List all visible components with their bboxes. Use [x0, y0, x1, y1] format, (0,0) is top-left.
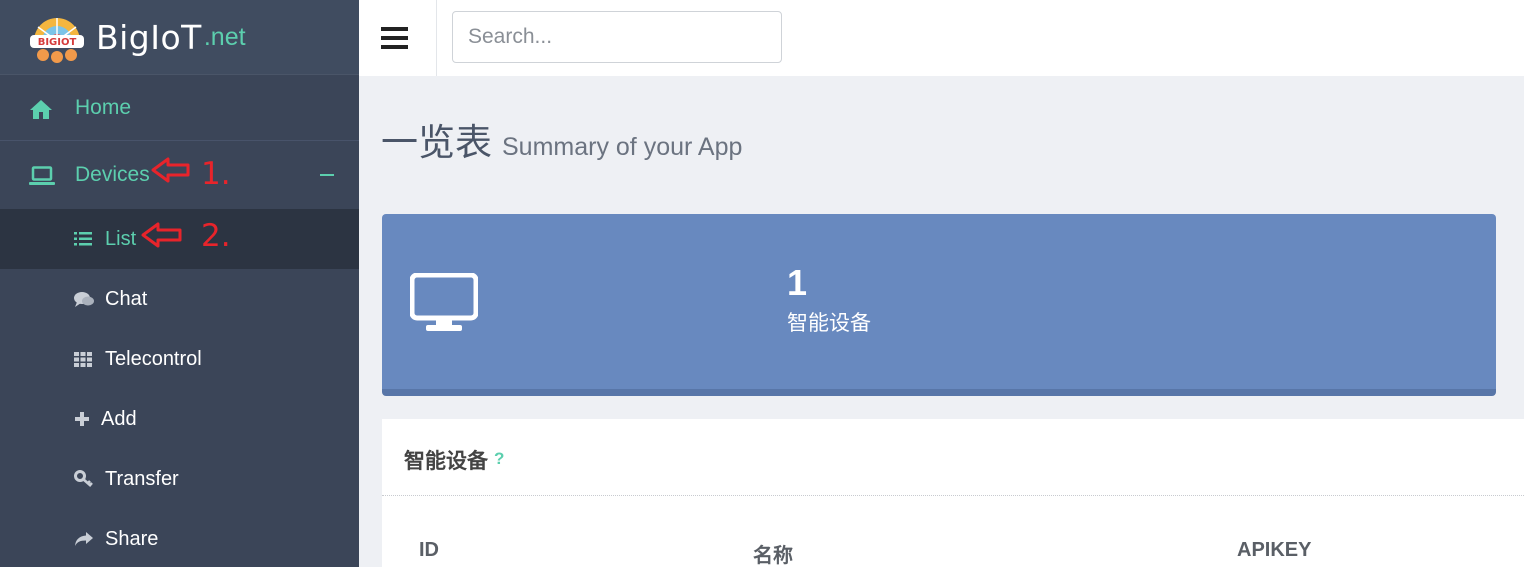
sidebar-subitem-chat[interactable]: Chat [0, 269, 359, 329]
help-icon[interactable]: ? [494, 449, 504, 469]
stat-value: 1 [787, 262, 808, 303]
hamburger-menu-icon[interactable] [381, 27, 408, 49]
sidebar-subitem-label: Add [101, 407, 137, 430]
sidebar-subitem-label: Telecontrol [105, 347, 202, 370]
device-count-card[interactable]: 1 智能设备 [382, 214, 1496, 396]
sidebar-subitem-label: List [105, 227, 137, 250]
monitor-icon [409, 272, 479, 333]
column-header-name[interactable]: 名称 [753, 539, 793, 567]
plus-icon [74, 411, 92, 429]
annotation-number: 2. [201, 218, 231, 254]
grid-icon [74, 351, 92, 369]
collapse-icon[interactable] [320, 174, 334, 176]
chat-bubbles-icon [74, 291, 94, 309]
laptop-icon [29, 166, 55, 190]
bigiot-logo: BIGIOT [28, 11, 86, 63]
panel-header: 智能设备 ? [382, 419, 1524, 496]
sidebar-subitem-transfer[interactable]: Transfer [0, 449, 359, 509]
sidebar-subitem-label: Transfer [105, 467, 179, 490]
sidebar-subitem-label: Share [105, 527, 159, 550]
list-icon [74, 231, 92, 249]
sidebar-subitem-share[interactable]: Share [0, 509, 359, 567]
topbar-divider [436, 0, 437, 76]
column-header-id[interactable]: ID [419, 539, 439, 562]
page-title-main: 一览表 [381, 121, 492, 164]
sidebar-subitem-label: Chat [105, 287, 148, 310]
sidebar: BIGIOT BigIoT .net Home Devices 1. List [0, 0, 359, 567]
brand[interactable]: BIGIOT BigIoT .net [0, 0, 359, 75]
sidebar-item-label: Home [75, 96, 132, 119]
brand-tld: .net [203, 22, 246, 51]
stat-label: 智能设备 [787, 312, 871, 335]
sidebar-item-home[interactable]: Home [0, 76, 359, 141]
home-icon [29, 98, 53, 122]
page-title: 一览表 Summary of your App [381, 112, 742, 166]
column-header-apikey[interactable]: APIKEY [1237, 539, 1311, 562]
annotation-arrow-icon [151, 157, 190, 183]
page-subtitle: Summary of your App [502, 133, 743, 161]
share-arrow-icon [74, 531, 93, 549]
panel-title: 智能设备 [404, 450, 488, 473]
logo-text: BIGIOT [38, 37, 77, 48]
annotation-arrow-icon [141, 222, 182, 248]
search-input[interactable] [452, 11, 782, 63]
sidebar-subitem-telecontrol[interactable]: Telecontrol [0, 329, 359, 389]
annotation-number: 1. [201, 156, 231, 192]
brand-name: BigIoT [96, 17, 202, 57]
device-table-panel: 智能设备 ? ID 名称 APIKEY [382, 419, 1524, 567]
sidebar-item-label: Devices [75, 163, 150, 186]
topbar [359, 0, 1524, 76]
key-icon [74, 470, 93, 488]
sidebar-subitem-add[interactable]: Add [0, 389, 359, 449]
